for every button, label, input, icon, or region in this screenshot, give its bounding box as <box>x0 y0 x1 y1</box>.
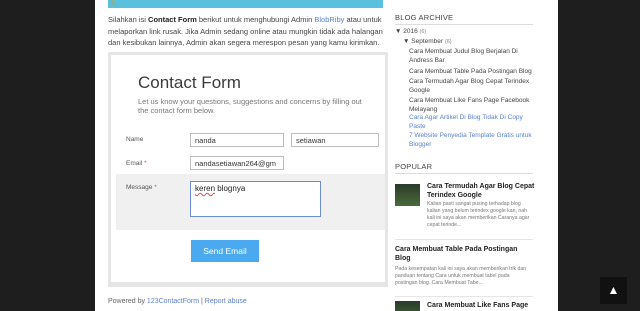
archive-year-count: (6) <box>419 29 427 35</box>
archive-post-link[interactable]: Cara Membuat Like Fans Page Facebook Mel… <box>409 97 534 114</box>
popular-separator <box>395 239 533 240</box>
pencil-icon: ✎ <box>110 0 117 8</box>
popular-desc: Kalian pasti sangat pusing terhadap blog… <box>427 201 530 228</box>
archive-year-label: 2016 <box>403 28 418 35</box>
email-label-text: Email <box>126 160 143 167</box>
blog-archive-heading: BLOG ARCHIVE <box>395 13 454 22</box>
intro-link[interactable]: BlobRiby <box>314 15 344 24</box>
popular-title[interactable]: Cara Membuat Like Fans Page <box>427 301 535 310</box>
message-textarea[interactable]: keren blognya <box>190 181 321 217</box>
send-email-button[interactable]: Send Email <box>191 240 259 262</box>
intro-paragraph: Silahkan isi Contact Form berikut untuk … <box>108 14 390 49</box>
first-name-field[interactable]: nanda <box>190 133 284 147</box>
brand-link[interactable]: 123ContactForm <box>147 298 199 305</box>
powered-by-text: Powered by <box>108 298 147 305</box>
popular-divider <box>395 173 533 174</box>
message-word-1: keren <box>195 184 216 193</box>
email-label: Email * <box>126 160 147 167</box>
popular-title[interactable]: Cara Membuat Table Pada Postingan Blog <box>395 245 533 263</box>
archive-post-link[interactable]: Cara Membuat Table Pada Postingan Blog <box>409 68 534 77</box>
archive-post-link[interactable]: 7 Website Penyedia Template Gratis untuk… <box>409 132 534 149</box>
popular-thumbnail[interactable] <box>395 301 420 311</box>
contact-form: Contact Form Let us know your questions,… <box>111 55 385 282</box>
intro-text-2: berikut untuk menghubungi Admin <box>196 15 315 24</box>
archive-month-label: September <box>411 38 444 45</box>
arrow-up-icon[interactable]: ▲ <box>600 277 627 304</box>
archive-month[interactable]: ▼ September (6) <box>403 38 452 47</box>
email-required-mark: * <box>144 160 147 167</box>
name-label: Name <box>126 136 144 143</box>
intro-text-1: Silahkan isi <box>108 15 149 24</box>
form-title: Contact Form <box>138 73 241 92</box>
email-field[interactable]: nandasetiawan264@gm <box>190 156 284 170</box>
archive-divider <box>395 24 533 25</box>
main-page: ✎ Silahkan isi Contact Form berikut untu… <box>95 0 558 311</box>
triangle-down-icon[interactable]: ▼ <box>395 28 401 35</box>
message-word-2: blognya <box>215 184 246 193</box>
popular-title[interactable]: Cara Termudah Agar Blog Cepat Terindex G… <box>427 182 535 200</box>
archive-month-count: (6) <box>444 39 452 45</box>
archive-post-link[interactable]: Cara Membuat Judul Blog Berjalan Di Andr… <box>409 48 534 65</box>
sidebar: BLOG ARCHIVE ▼ 2016 (6) ▼ September (6) … <box>395 0 558 311</box>
contact-form-frame: Contact Form Let us know your questions,… <box>108 52 388 287</box>
popular-thumbnail[interactable] <box>395 184 420 206</box>
triangle-down-icon[interactable]: ▼ <box>403 38 409 45</box>
popular-separator <box>395 296 533 297</box>
last-name-field[interactable]: setiawan <box>291 133 379 147</box>
powered-by: Powered by 123ContactForm | Report abuse <box>108 298 247 305</box>
popular-desc: Pada kesempatan kali ini saya akan membe… <box>395 266 527 286</box>
archive-post-link[interactable]: Cara Termudah Agar Blog Cepat Terindex G… <box>409 78 534 95</box>
archive-post-link[interactable]: Cara Agar Artikel Di Blog Tidak Di Copy … <box>409 114 534 131</box>
message-label: Message * <box>126 184 157 191</box>
message-label-text: Message <box>126 184 153 191</box>
message-required-mark: * <box>154 184 157 191</box>
intro-bold: Contact Form <box>148 15 197 24</box>
archive-year[interactable]: ▼ 2016 (6) <box>395 28 426 37</box>
report-abuse-link[interactable]: Report abuse <box>205 298 247 305</box>
popular-heading: POPULAR <box>395 162 433 171</box>
post-header-strip <box>108 0 383 8</box>
form-subtitle: Let us know your questions, suggestions … <box>138 97 362 115</box>
